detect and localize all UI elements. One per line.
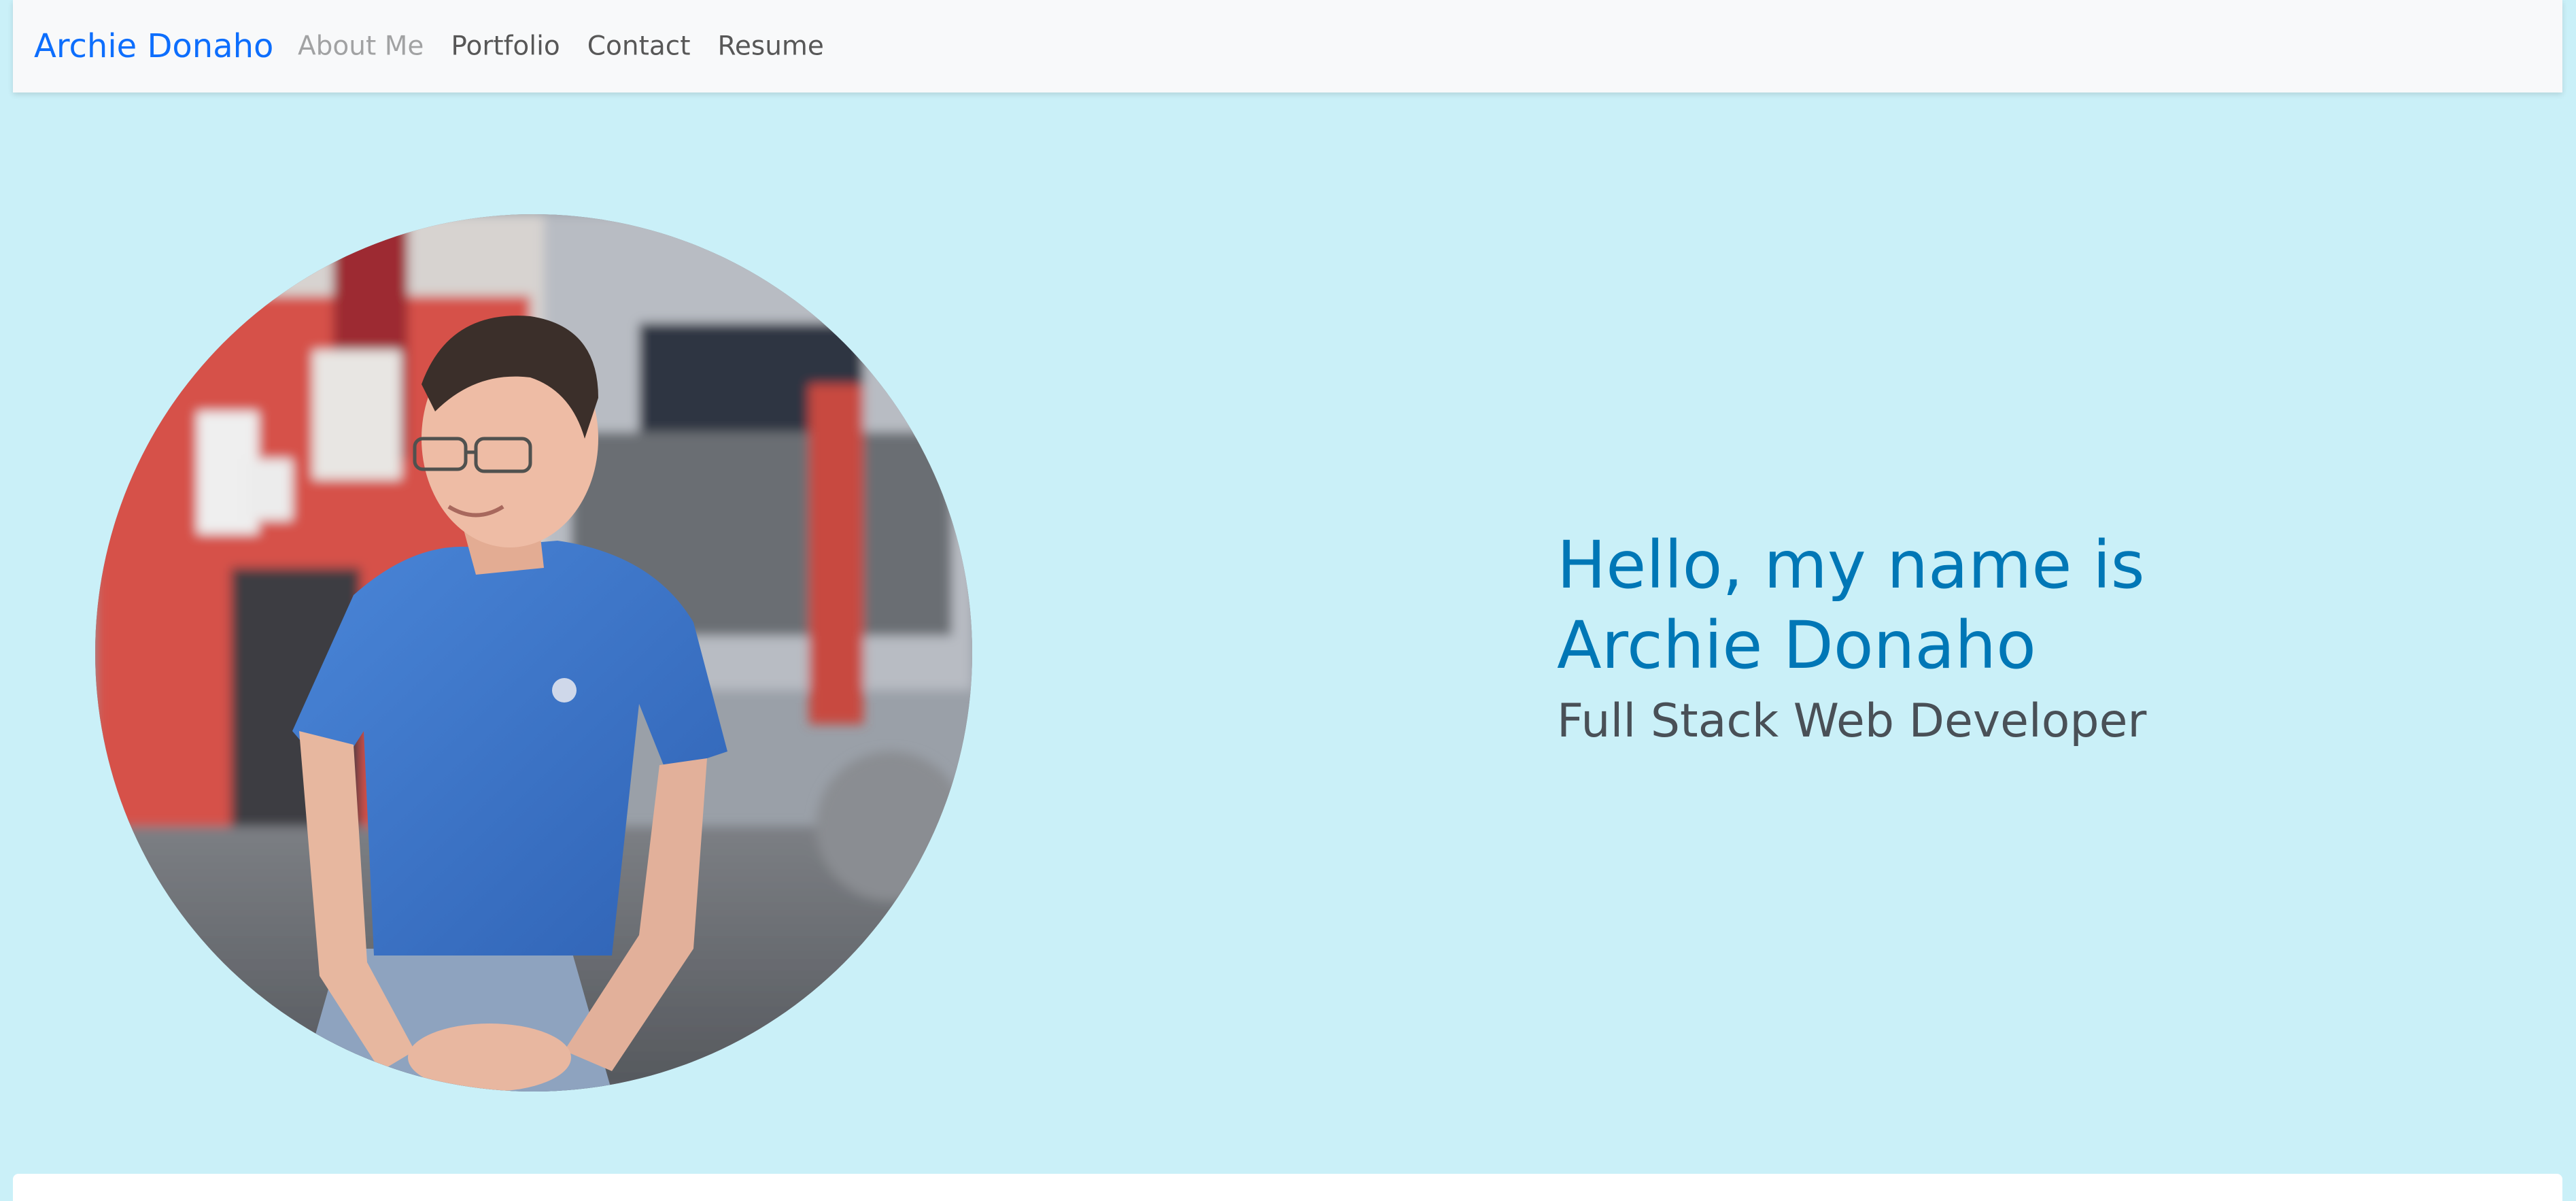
profile-photo <box>95 214 972 1092</box>
profile-photo-illustration <box>95 214 972 1092</box>
intro-block: Hello, my name is Archie Donaho Full Sta… <box>1557 525 2441 751</box>
intro-subtitle: Full Stack Web Developer <box>1557 694 2147 748</box>
navbar: Archie Donaho About Me Portfolio Contact… <box>13 0 2562 92</box>
nav-link-contact[interactable]: Contact <box>587 31 691 62</box>
intro-heading-line2: Archie Donaho <box>1557 607 2036 683</box>
hero-section: Hello, my name is Archie Donaho Full Sta… <box>0 92 2576 1174</box>
nav-links: About Me Portfolio Contact Resume <box>298 31 824 62</box>
intro-heading-line1: Hello, my name is <box>1557 527 2145 603</box>
next-section-card <box>13 1174 2562 1201</box>
nav-link-about-me[interactable]: About Me <box>298 31 424 62</box>
nav-link-resume[interactable]: Resume <box>718 31 824 62</box>
intro-heading: Hello, my name is Archie Donaho <box>1557 525 2441 686</box>
brand-link[interactable]: Archie Donaho <box>34 27 273 65</box>
nav-link-portfolio[interactable]: Portfolio <box>451 31 560 62</box>
